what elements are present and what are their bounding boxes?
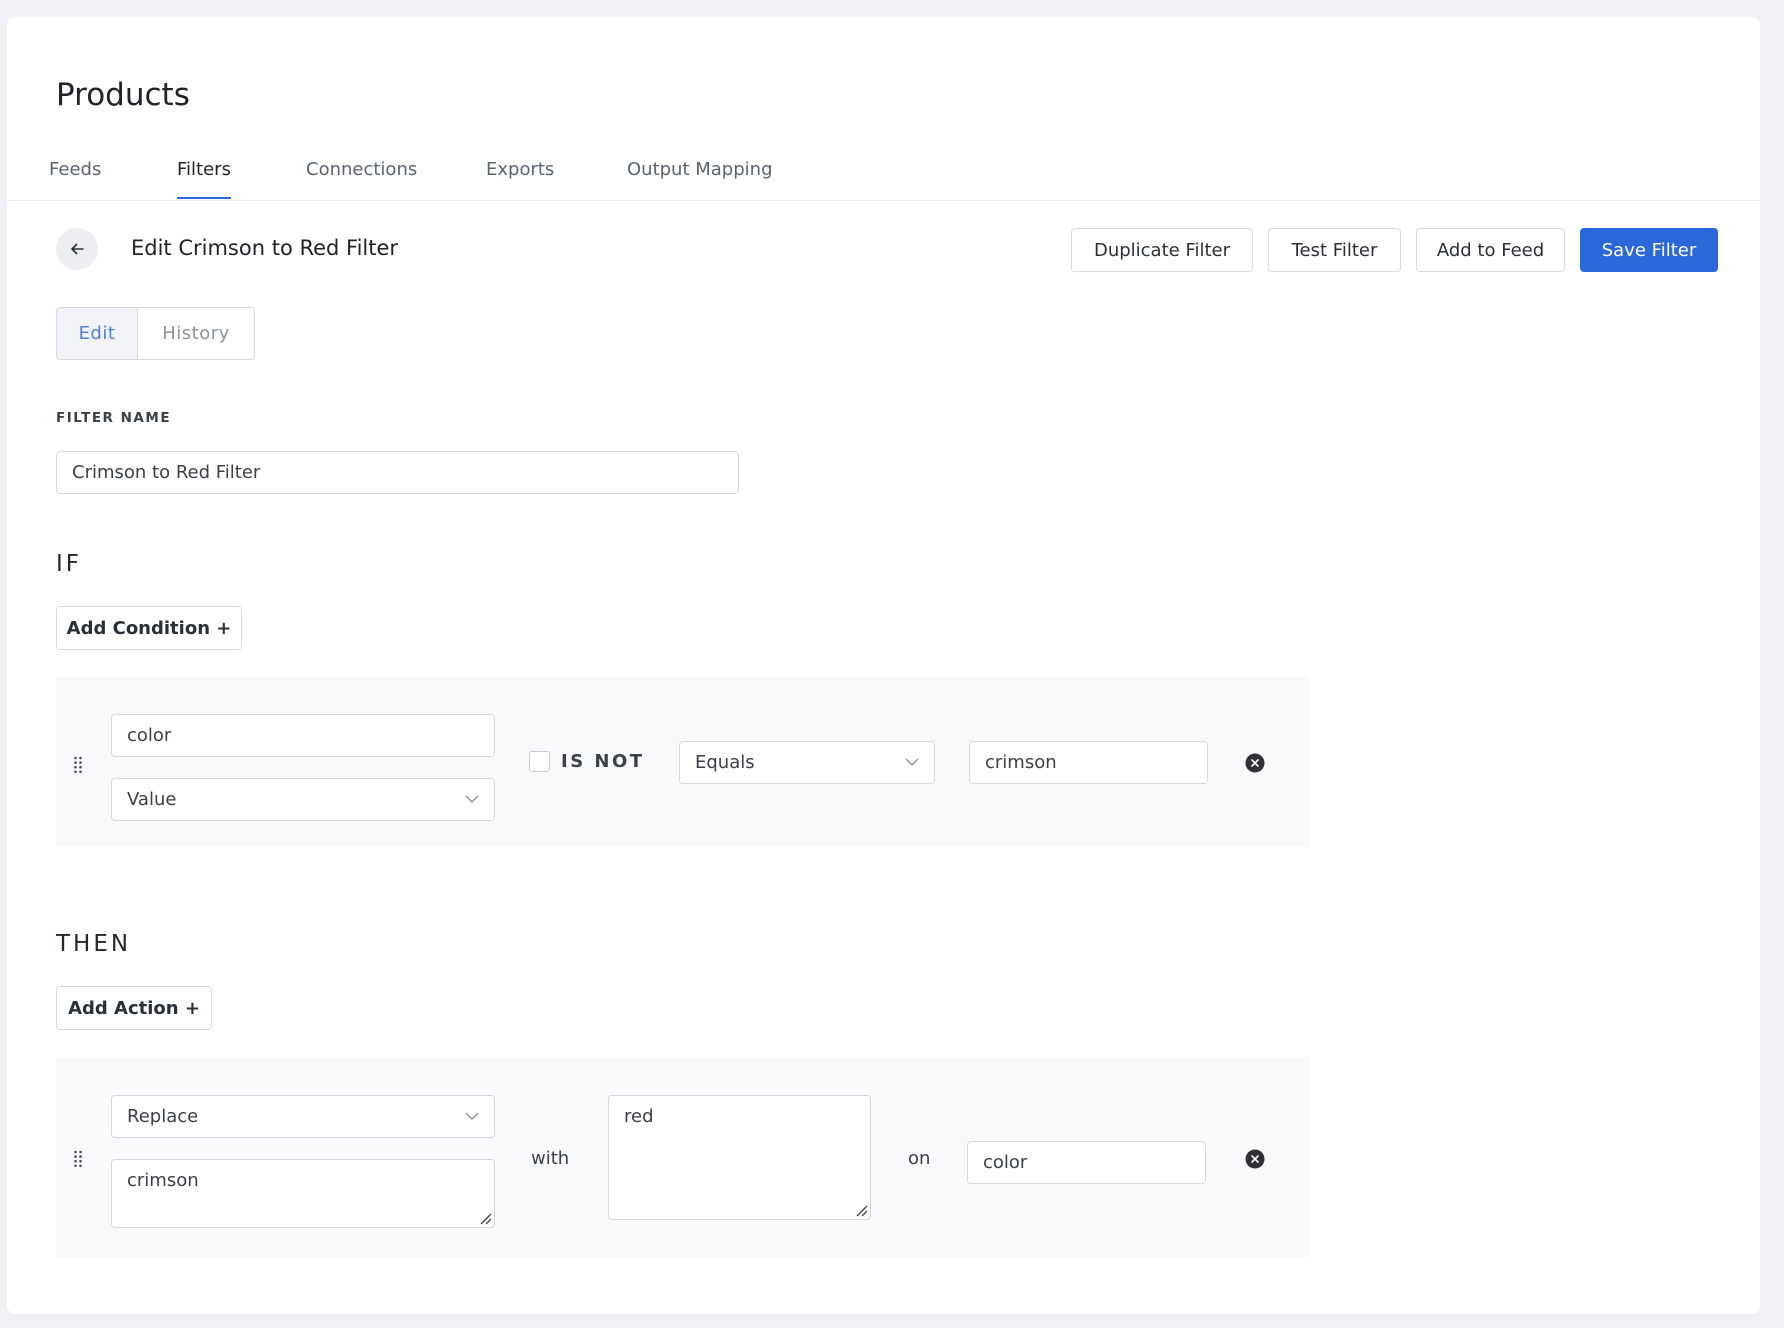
arrow-left-icon [71, 243, 84, 255]
filter-name-label: FILTER NAME [56, 410, 172, 426]
replacement-textarea[interactable]: red [608, 1095, 871, 1220]
history-toggle[interactable]: History [138, 308, 254, 359]
action-type-value: Replace [127, 1106, 199, 1127]
chevron-down-icon [465, 1112, 479, 1120]
condition-field-input[interactable]: color [111, 714, 495, 757]
if-heading: IF [56, 551, 83, 577]
tab-output-mapping[interactable]: Output Mapping [627, 159, 773, 180]
resize-handle-icon[interactable] [854, 1203, 868, 1217]
edit-history-toggle: Edit History [56, 307, 255, 360]
chevron-down-icon [465, 795, 479, 803]
remove-action-icon[interactable] [1245, 1149, 1265, 1169]
tab-filters[interactable]: Filters [177, 159, 231, 199]
condition-operator-select[interactable]: Equals [679, 741, 935, 784]
edit-toggle[interactable]: Edit [57, 308, 138, 359]
resize-handle-icon[interactable] [478, 1211, 492, 1225]
save-filter-button[interactable]: Save Filter [1580, 228, 1718, 272]
condition-field-type-value: Value [127, 789, 177, 810]
filter-name-input[interactable]: Crimson to Red Filter [56, 451, 739, 494]
with-label: with [531, 1148, 570, 1169]
replacement-value: red [624, 1106, 654, 1127]
is-not-checkbox[interactable] [529, 751, 550, 772]
main-card: Products Feeds Filters Connections Expor… [7, 17, 1760, 1314]
add-condition-button[interactable]: Add Condition + [56, 606, 242, 650]
add-action-button[interactable]: Add Action + [56, 986, 212, 1030]
remove-condition-icon[interactable] [1245, 753, 1265, 773]
on-label: on [908, 1148, 931, 1169]
condition-value-input[interactable]: crimson [969, 741, 1208, 784]
tab-bar: Feeds Filters Connections Exports Output… [7, 141, 1760, 201]
action-row: Replace crimson with red on color [56, 1057, 1309, 1257]
drag-handle-icon[interactable] [73, 756, 83, 774]
action-type-select[interactable]: Replace [111, 1095, 495, 1138]
action-find-value: crimson [127, 1170, 199, 1191]
condition-row: color Value IS NOT Equals crimson [56, 677, 1309, 847]
duplicate-filter-button[interactable]: Duplicate Filter [1071, 228, 1253, 272]
back-button[interactable] [56, 228, 98, 270]
test-filter-button[interactable]: Test Filter [1268, 228, 1401, 272]
tab-exports[interactable]: Exports [486, 159, 554, 180]
target-field-input[interactable]: color [967, 1141, 1206, 1184]
then-heading: THEN [56, 931, 132, 957]
tab-feeds[interactable]: Feeds [49, 159, 101, 180]
condition-field-type-select[interactable]: Value [111, 778, 495, 821]
condition-operator-value: Equals [695, 752, 755, 773]
add-to-feed-button[interactable]: Add to Feed [1416, 228, 1565, 272]
is-not-label: IS NOT [561, 751, 645, 772]
chevron-down-icon [905, 758, 919, 766]
drag-handle-icon[interactable] [73, 1150, 83, 1168]
filter-edit-title: Edit Crimson to Red Filter [131, 236, 399, 260]
page-title: Products [56, 77, 190, 113]
tab-connections[interactable]: Connections [306, 159, 417, 180]
action-find-textarea[interactable]: crimson [111, 1159, 495, 1228]
